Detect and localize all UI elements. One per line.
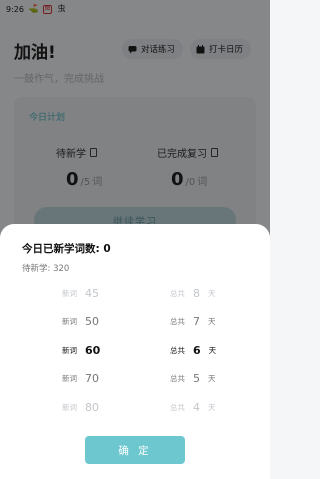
option-label: 总共 [170,345,185,355]
new-words-option[interactable]: 新词 45 [62,286,107,300]
option-value: 50 [85,314,99,328]
new-words-option[interactable]: 新词 50 [62,314,107,328]
option-label: 总共 [170,373,185,383]
option-unit: 天 [208,345,217,355]
option-value: 8 [193,286,200,300]
days-option[interactable]: 总共 8 天 [170,286,216,300]
option-value: 4 [193,400,200,414]
option-unit: 天 [208,402,216,412]
option-value: 7 [193,314,200,328]
sheet-subtitle: 待新学: 320 [22,264,70,274]
option-label: 新词 [62,316,77,326]
option-label: 总共 [170,316,185,326]
days-option[interactable]: 总共 4 天 [170,400,216,414]
option-value: 70 [85,371,99,385]
confirm-button[interactable]: 确 定 [85,436,185,464]
option-label: 新词 [62,345,77,355]
option-value: 45 [85,286,99,300]
option-label: 总共 [170,288,185,298]
option-unit: 天 [208,316,216,326]
new-words-option[interactable]: 新词 80 [62,400,107,414]
option-label: 新词 [62,402,77,412]
days-option[interactable]: 总共 5 天 [170,371,216,385]
option-label: 总共 [170,402,185,412]
option-value: 80 [85,400,99,414]
option-value: 6 [193,343,201,357]
days-option-selected[interactable]: 总共 6 天 [170,343,216,357]
option-label: 新词 [62,373,77,383]
days-option[interactable]: 总共 7 天 [170,314,216,328]
option-label: 新词 [62,288,77,298]
new-words-option[interactable]: 新词 70 [62,371,107,385]
sheet-title: 今日已新学词数: 0 [22,243,111,255]
option-value: 5 [193,371,200,385]
option-value: 60 [85,343,101,357]
daily-goal-sheet: 今日已新学词数: 0 待新学: 320 新词 45 新词 50 新词 60 新词… [0,224,270,479]
option-unit: 天 [208,288,216,298]
option-unit: 天 [208,373,216,383]
new-words-option-selected[interactable]: 新词 60 [62,343,108,357]
